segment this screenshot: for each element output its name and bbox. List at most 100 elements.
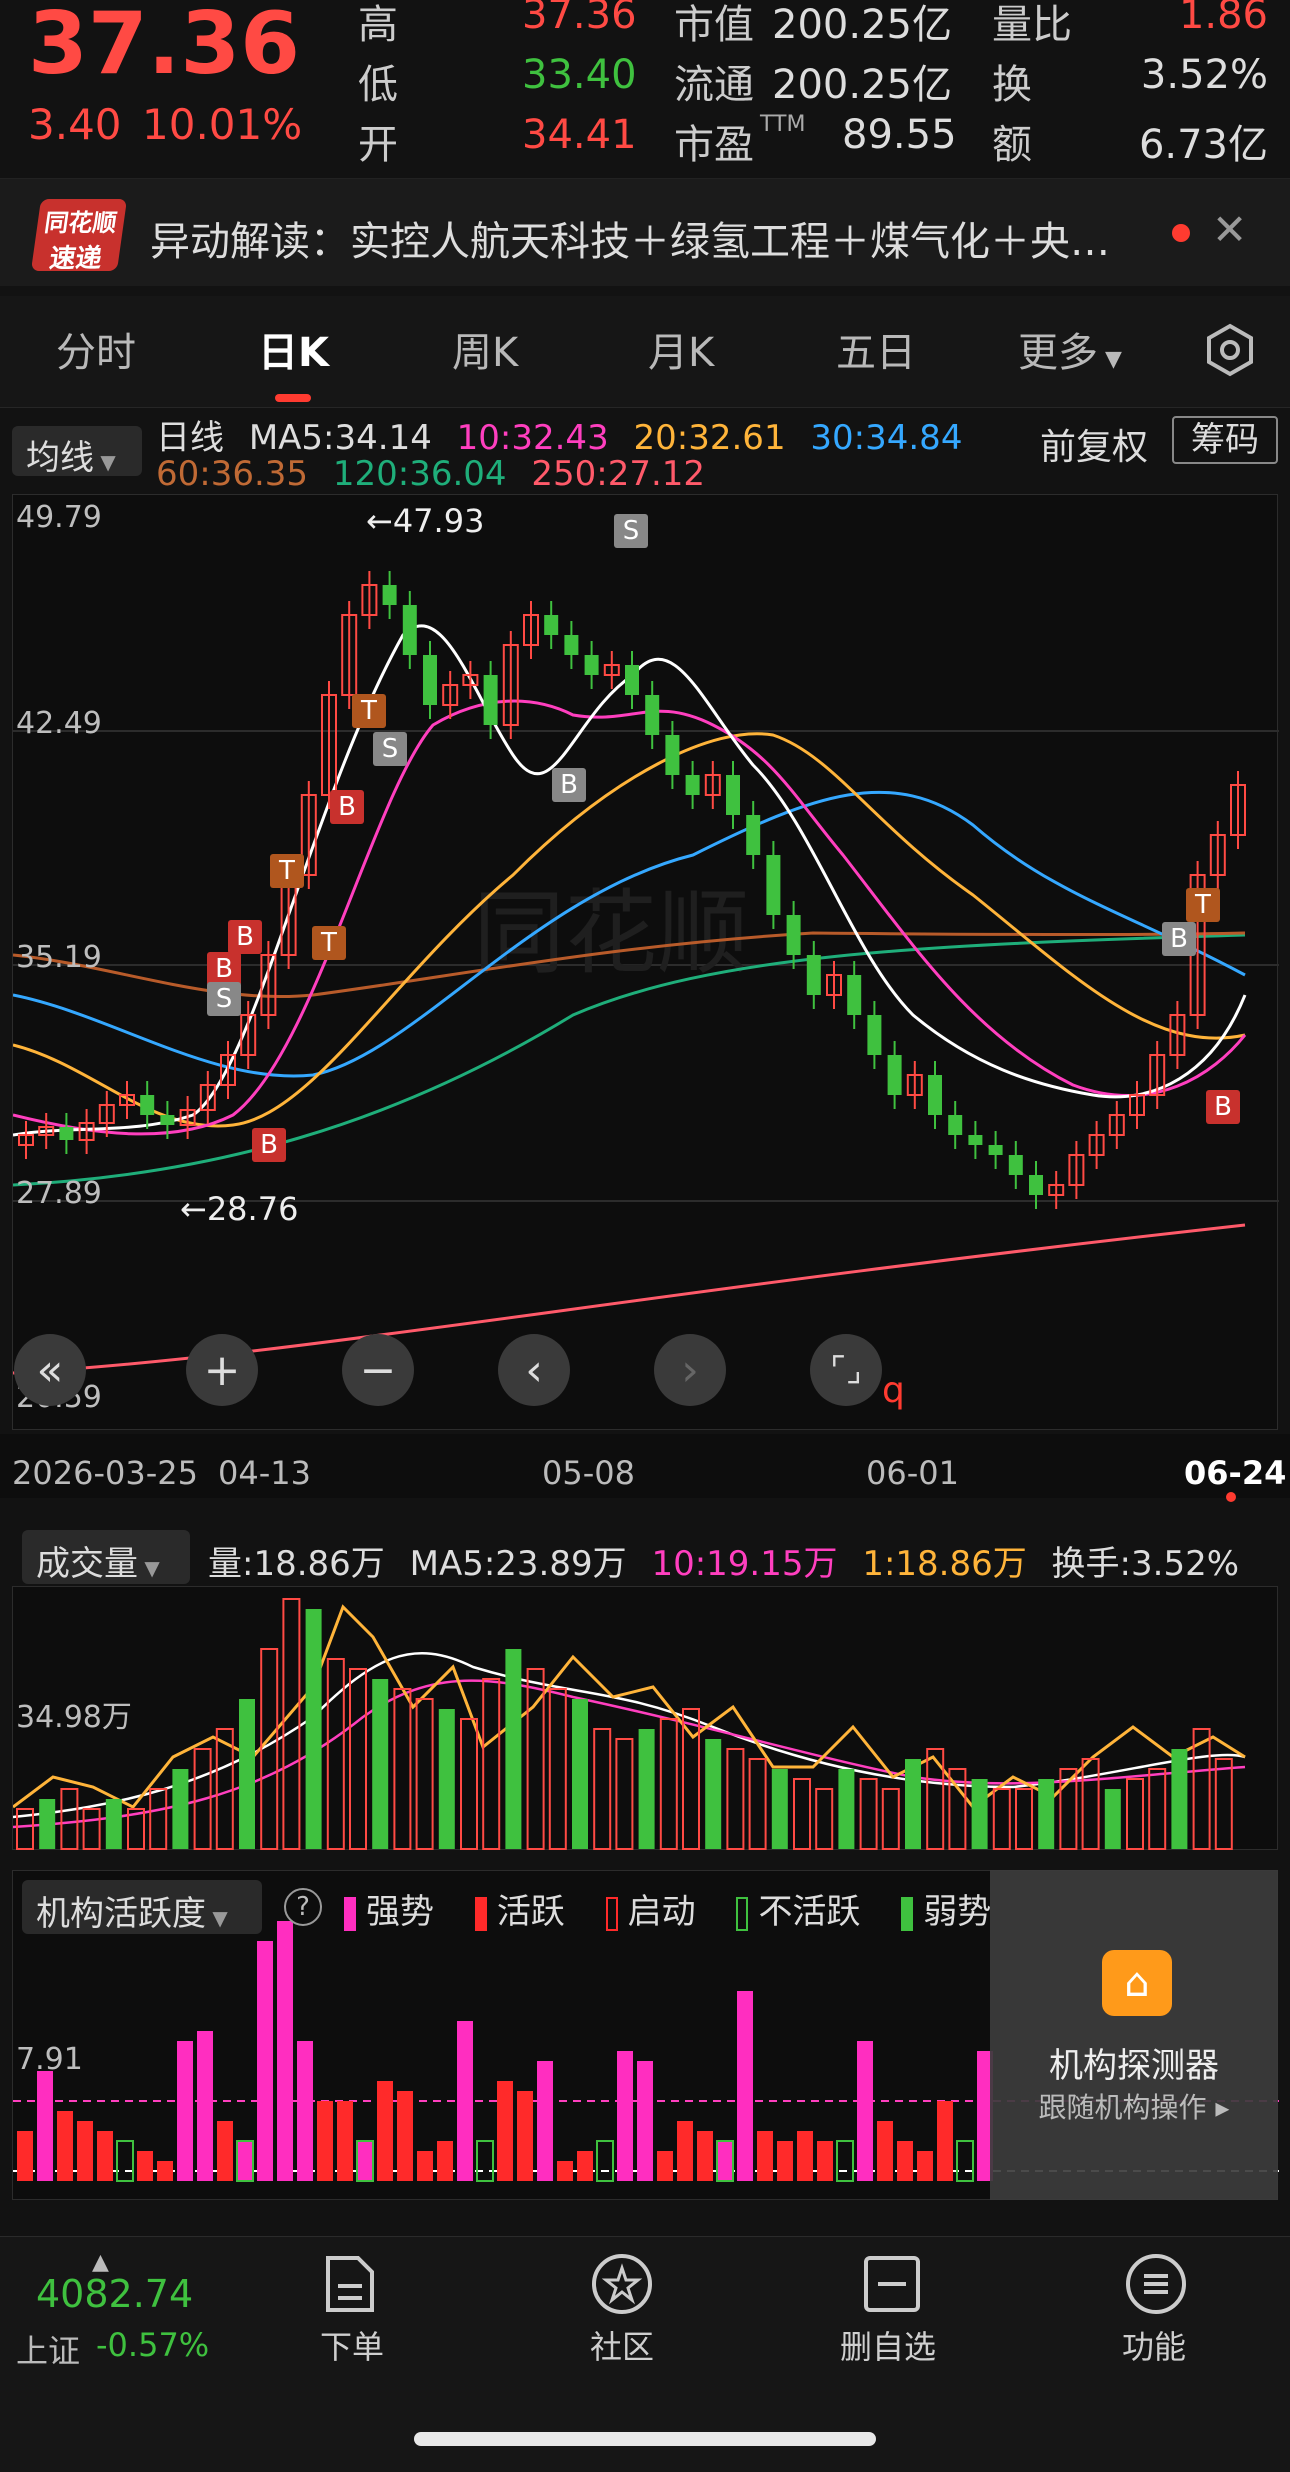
zoom-in-button[interactable]: +	[186, 1334, 258, 1406]
index-value[interactable]: 4082.74	[36, 2272, 193, 2316]
community-icon[interactable]	[590, 2252, 654, 2320]
turnover-rate: 换手:3.52%	[1051, 1544, 1240, 1584]
community-button[interactable]: 社区	[522, 2322, 722, 2368]
function-icon[interactable]	[1124, 2252, 1188, 2320]
kline-chart[interactable]: 同花顺	[12, 494, 1279, 1430]
inst-bar	[437, 2141, 453, 2181]
scroll-right-button[interactable]: ›	[654, 1334, 726, 1406]
trade-marker-s[interactable]: S	[207, 982, 241, 1016]
volume-bar	[726, 1748, 745, 1850]
volume-bar	[682, 1708, 700, 1850]
volume-ma1: 1:18.86万	[862, 1544, 1027, 1584]
zoom-out-button[interactable]: −	[342, 1334, 414, 1406]
current-date-dot	[1226, 1492, 1236, 1502]
candle	[766, 855, 781, 915]
volume-selector-label: 成交量	[36, 1544, 138, 1584]
chips-button[interactable]: 筹码	[1172, 416, 1278, 464]
tab-intraday[interactable]: 分时	[56, 320, 136, 378]
volume-bar	[482, 1678, 501, 1850]
trade-marker-t[interactable]: T	[1186, 888, 1220, 922]
trade-marker-s[interactable]: S	[614, 514, 648, 548]
volume-bar	[282, 1598, 301, 1850]
candle	[645, 695, 660, 735]
volume-y-label: 34.98万	[16, 1700, 132, 1735]
volume-chart[interactable]	[12, 1586, 1278, 1850]
ma-selector[interactable]: 均线 ▼	[12, 426, 142, 478]
candle	[59, 1127, 74, 1140]
inst-bar	[297, 2041, 313, 2181]
inst-bar	[577, 2151, 593, 2181]
candle	[160, 1115, 175, 1125]
volume-bar	[705, 1739, 722, 1849]
inst-bar	[817, 2141, 833, 2181]
tab-daily-k[interactable]: 日K	[258, 320, 329, 378]
volume-bar	[172, 1769, 189, 1849]
news-badge: 同花顺 速递	[30, 199, 128, 274]
candle	[665, 735, 680, 775]
price-change: 3.40	[28, 100, 122, 149]
tab-more-label: 更多	[1018, 330, 1098, 376]
inst-bar	[97, 2131, 113, 2181]
volume-bar	[1038, 1779, 1055, 1849]
volume-bar	[992, 1788, 1011, 1850]
tab-five-day[interactable]: 五日	[836, 320, 916, 378]
adjust-button[interactable]: 前复权	[1040, 418, 1148, 470]
inst-bar	[217, 2121, 233, 2181]
trade-marker-b[interactable]: B	[1206, 1090, 1240, 1124]
kline-y-2: 42.49	[16, 706, 102, 741]
remove-watchlist-button[interactable]: 删自选	[788, 2322, 988, 2368]
trade-marker-s[interactable]: S	[373, 732, 407, 766]
volume-bar	[838, 1769, 855, 1849]
volume-bar	[438, 1709, 455, 1849]
remove-watchlist-icon[interactable]	[862, 2254, 922, 2318]
scroll-left-double-icon[interactable]: «	[14, 1334, 86, 1406]
inst-bar	[836, 2140, 854, 2182]
tab-more[interactable]: 更多 ▼	[1018, 320, 1122, 378]
trade-marker-b[interactable]: B	[330, 790, 364, 824]
badge-top: 同花顺	[42, 209, 119, 237]
amount-value: 6.73亿	[1138, 122, 1268, 168]
inst-legend: 强势 活跃 启动 不活跃 弱势	[344, 1884, 991, 1933]
legend-strong-swatch	[344, 1896, 356, 1931]
volume-selector[interactable]: 成交量 ▼	[22, 1530, 190, 1584]
ma5-value: MA5:34.14	[248, 418, 432, 458]
inst-selector[interactable]: 机构活跃度 ▼	[22, 1880, 262, 1934]
trade-marker-b[interactable]: B	[1162, 922, 1196, 956]
tab-weekly-k[interactable]: 周K	[452, 320, 518, 378]
trade-marker-t[interactable]: T	[312, 926, 346, 960]
trade-marker-t[interactable]: T	[352, 694, 386, 728]
inst-detector-panel[interactable]: ⌂ 机构探测器 跟随机构操作 ▸	[990, 1870, 1278, 2200]
help-icon[interactable]: ?	[284, 1888, 322, 1926]
function-button[interactable]: 功能	[1054, 2322, 1254, 2368]
trade-marker-b[interactable]: B	[228, 920, 262, 954]
volume-bar	[859, 1778, 878, 1850]
kline-y-top: 49.79	[16, 500, 102, 535]
candle	[564, 635, 579, 655]
trade-marker-t[interactable]: T	[270, 854, 304, 888]
volume-bar	[971, 1779, 988, 1849]
settings-hexagon-icon[interactable]	[1202, 322, 1258, 382]
inst-bar	[617, 2051, 633, 2181]
trade-marker-b[interactable]: B	[552, 768, 586, 802]
fullscreen-icon[interactable]: ⌜⌟	[810, 1334, 882, 1406]
tab-monthly-k[interactable]: 月K	[648, 320, 714, 378]
order-icon[interactable]	[322, 2254, 378, 2318]
close-icon[interactable]: ✕	[1212, 205, 1247, 254]
inst-bar	[236, 2140, 254, 2182]
low-label: 低	[358, 62, 398, 108]
trade-marker-b[interactable]: B	[207, 952, 241, 986]
ma-legend-line2: 60:36.35 120:36.04 250:27.12	[156, 454, 705, 494]
trade-marker-b[interactable]: B	[252, 1128, 286, 1162]
legend-weak: 弱势	[923, 1892, 992, 1932]
news-banner[interactable]: 同花顺 速递 异动解读：实控人航天科技＋绿氢工程＋煤气化＋央… ✕	[0, 178, 1290, 286]
inst-bar	[956, 2140, 974, 2182]
order-button[interactable]: 下单	[252, 2322, 452, 2368]
volume-bar	[1104, 1789, 1121, 1849]
badge-bottom: 速递	[47, 244, 104, 274]
turnover-value: 3.52%	[1140, 52, 1268, 98]
scroll-left-button[interactable]: ‹	[498, 1334, 570, 1406]
volume-bar	[393, 1688, 412, 1850]
legend-start-swatch	[605, 1896, 618, 1931]
inst-bar	[497, 2081, 513, 2181]
ma-selector-label: 均线	[26, 438, 94, 478]
